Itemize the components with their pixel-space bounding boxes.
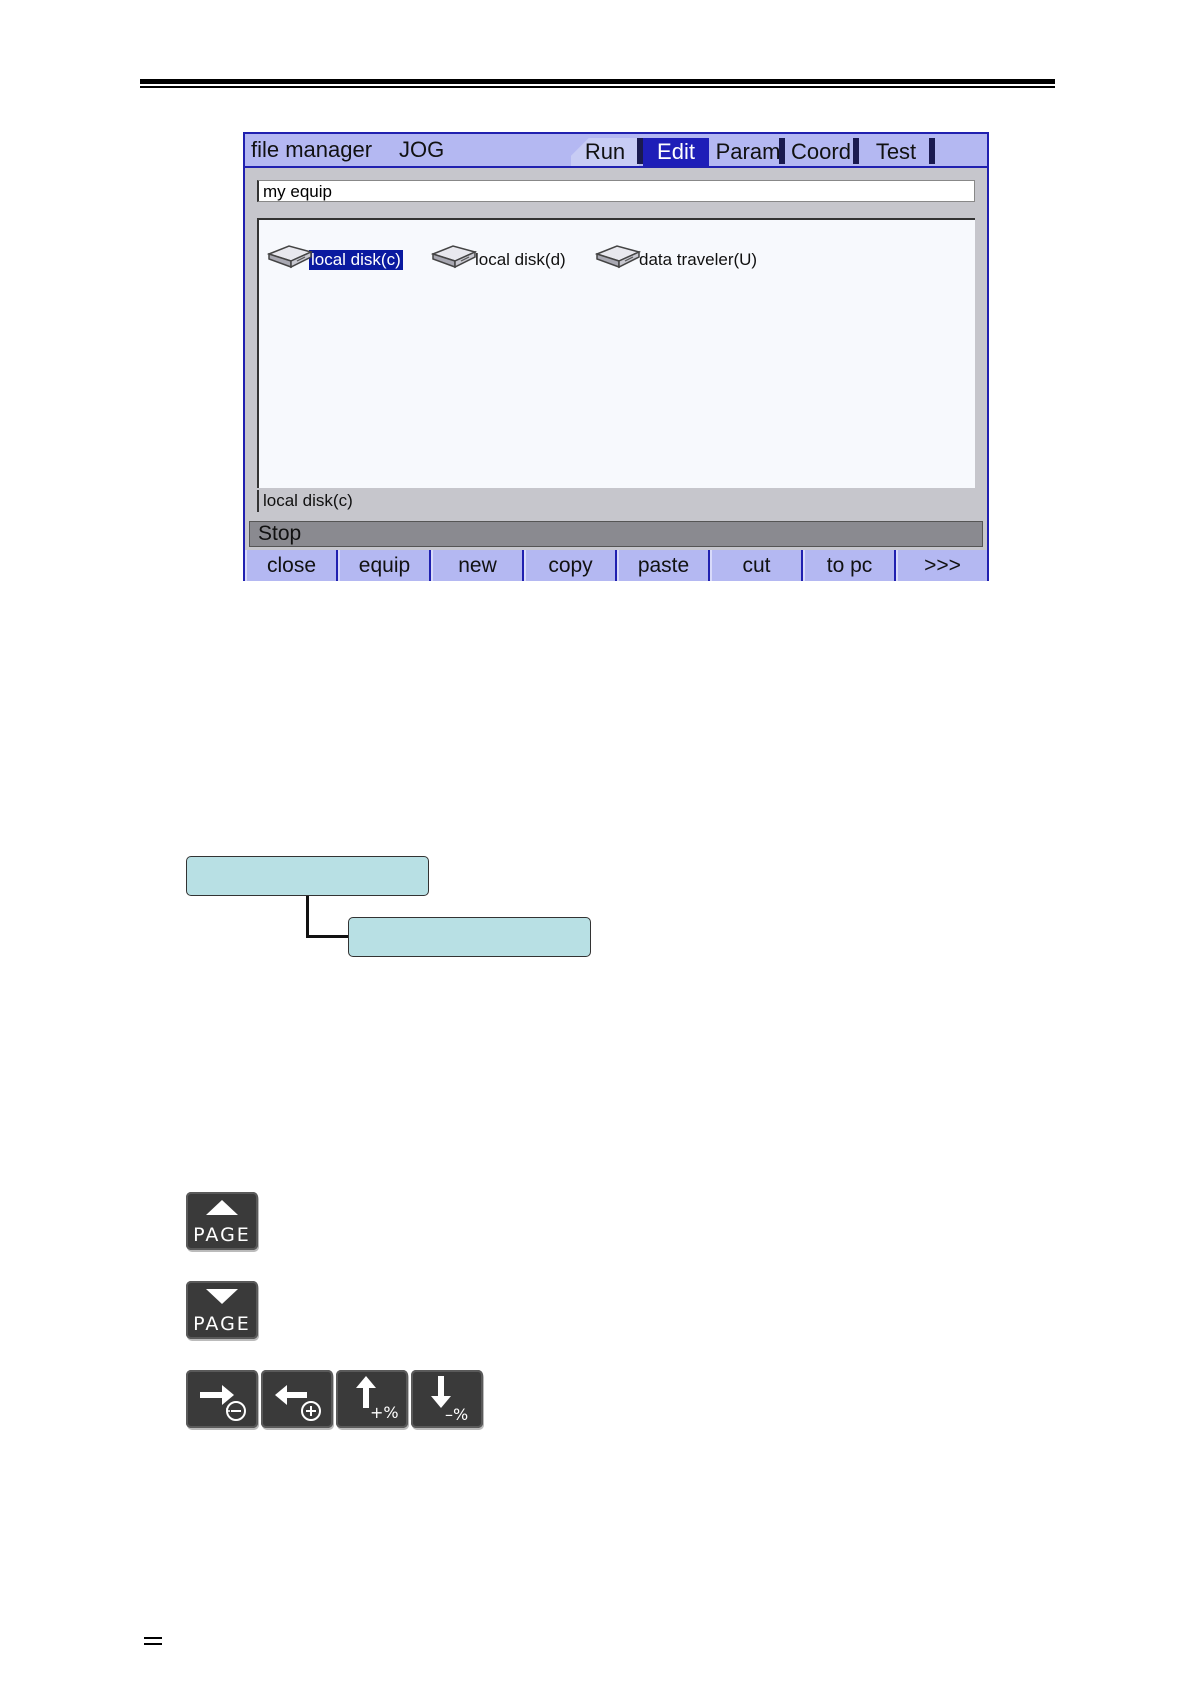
selected-item-status: local disk(c) [257, 490, 975, 512]
tree-connector [306, 935, 349, 938]
footer-mark [144, 1643, 162, 1645]
file-manager-window: file manager JOG Run Edit Param Coord Te… [243, 132, 989, 581]
tree-node-parent [186, 856, 429, 896]
usb-drive-icon [594, 240, 642, 270]
file-item-local-disk-c[interactable]: local disk(c) [266, 240, 403, 270]
file-item-label: local disk(d) [475, 250, 566, 269]
disk-icon [266, 240, 314, 270]
file-item-label: local disk(c) [309, 250, 403, 270]
tab-run[interactable]: Run [571, 138, 643, 166]
tab-label: Param [715, 139, 781, 164]
softkey-to-pc[interactable]: to pc [803, 550, 894, 581]
file-list-pane: local disk(c) local disk(d) data travele… [257, 218, 975, 488]
file-item-label: data traveler(U) [639, 250, 758, 269]
arrow-right-minus-key[interactable] [186, 1370, 258, 1428]
run-state-bar: Stop [249, 521, 983, 547]
tab-param[interactable]: Param [715, 138, 785, 166]
tab-edit[interactable]: Edit [643, 138, 709, 166]
disk-icon [430, 240, 478, 270]
tab-label: Edit [657, 139, 695, 164]
softkey-close[interactable]: close [245, 550, 336, 581]
svg-text:–%: –% [445, 1405, 468, 1424]
footer-mark [144, 1637, 162, 1639]
softkey-equip[interactable]: equip [338, 550, 429, 581]
arrow-down-percent-minus-key[interactable]: –% [411, 1370, 483, 1428]
arrow-right-minus-icon [200, 1385, 246, 1421]
tab-test[interactable]: Test [861, 138, 935, 166]
path-bar: my equip [257, 180, 975, 202]
arrow-up-percent-plus-icon: +% [356, 1376, 399, 1422]
arrow-left-plus-icon [275, 1385, 321, 1421]
file-item-local-disk-d[interactable]: local disk(d) [430, 240, 568, 270]
softkey-cut[interactable]: cut [710, 550, 801, 581]
tree-node-child [348, 917, 591, 957]
softkey-paste[interactable]: paste [617, 550, 708, 581]
softkey-more[interactable]: >>> [896, 550, 987, 581]
window-title: file manager [251, 137, 373, 162]
key-label: PAGE [193, 1313, 251, 1335]
key-label: PAGE [193, 1224, 251, 1246]
arrow-down-percent-minus-icon: –% [431, 1376, 468, 1424]
page-down-key[interactable]: PAGE [186, 1281, 258, 1339]
page-up-key[interactable]: PAGE [186, 1192, 258, 1250]
softkey-new[interactable]: new [431, 550, 522, 581]
tab-label: Test [875, 139, 917, 164]
tree-connector [306, 896, 309, 937]
title-bar: file manager JOG Run Edit Param Coord Te… [245, 134, 987, 168]
tab-coord[interactable]: Coord [787, 138, 859, 166]
header-rule-thick [140, 79, 1055, 84]
arrow-up-percent-plus-key[interactable]: +% [336, 1370, 408, 1428]
softkey-bar: close equip new copy paste cut to pc >>> [245, 550, 987, 581]
file-item-data-traveler-u[interactable]: data traveler(U) [594, 240, 759, 270]
header-rule-thin [140, 86, 1055, 88]
arrow-left-plus-key[interactable] [261, 1370, 333, 1428]
mode-indicator: JOG [399, 137, 445, 162]
svg-text:+%: +% [370, 1403, 399, 1422]
softkey-copy[interactable]: copy [524, 550, 615, 581]
tab-label: Run [584, 139, 626, 164]
tab-label: Coord [791, 139, 851, 164]
